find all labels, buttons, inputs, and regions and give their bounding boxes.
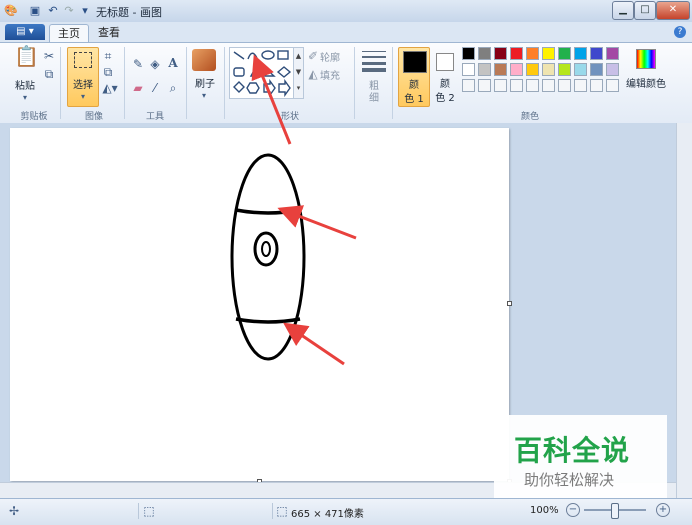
canvas-size-icon: ⬚ <box>276 504 288 518</box>
zoom-in-button[interactable]: + <box>656 503 670 517</box>
zoom-percent: 100% <box>530 505 559 516</box>
cursor-position-icon: ✢ <box>8 504 20 518</box>
zoom-out-button[interactable]: − <box>566 503 580 517</box>
arrow-to-lower-band <box>283 322 345 366</box>
watermark: 百科全说 助你轻松解决 <box>494 415 667 498</box>
zoom-slider-thumb[interactable] <box>611 503 619 519</box>
status-divider <box>272 503 273 519</box>
status-divider <box>138 503 139 519</box>
watermark-subtitle: 助你轻松解决 <box>524 471 615 489</box>
selection-size-icon: ⬚ <box>143 504 155 518</box>
canvas-dimensions: 665 × 471像素 <box>291 509 364 520</box>
arrow-to-upper-band <box>277 205 357 240</box>
watermark-title: 百科全说 <box>514 434 631 467</box>
vertical-scrollbar[interactable] <box>676 123 692 498</box>
arrow-to-curve-tool <box>251 54 292 145</box>
status-bar: ✢ ⬚ ⬚ 665 × 471像素 100% − + <box>0 498 692 525</box>
